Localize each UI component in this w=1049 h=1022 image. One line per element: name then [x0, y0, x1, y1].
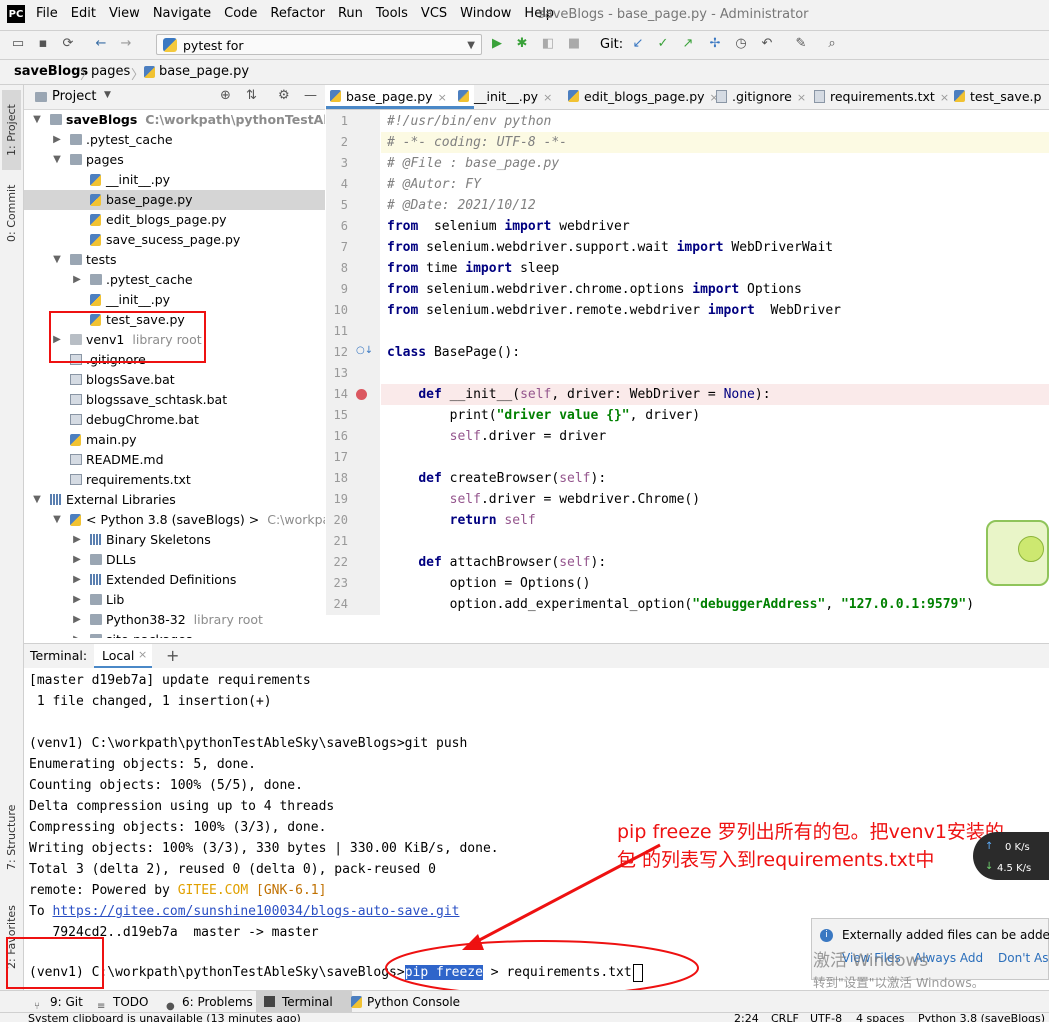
- tab-python-console[interactable]: Python Console: [351, 991, 477, 1013]
- tab-todo[interactable]: ≡ TODO: [97, 991, 169, 1013]
- tab-git-label: 9: Git: [50, 995, 83, 1009]
- network-down-value: 4.5 K/s: [997, 863, 1032, 874]
- annotation-overlay: [385, 843, 699, 996]
- tab-problems[interactable]: ● 6: Problems: [166, 991, 264, 1013]
- tab-problems-label: 6: Problems: [182, 995, 253, 1009]
- tab-terminal-label: Terminal: [282, 995, 333, 1009]
- terminal-icon: [264, 996, 275, 1007]
- activation-watermark-title: 激活 Windows: [813, 951, 929, 971]
- arrowhead-icon: [462, 934, 484, 950]
- network-monitor: ↑ 0 K/s ↓ 4.5 K/s: [973, 832, 1049, 880]
- python-console-icon: [351, 996, 362, 1008]
- list-icon: ≡: [97, 1001, 106, 1012]
- tab-todo-label: TODO: [113, 995, 149, 1009]
- info-icon: i: [820, 929, 833, 942]
- annotation-ellipse: [385, 940, 699, 996]
- dont-ask-link[interactable]: Don't Ask: [998, 951, 1049, 965]
- bottom-tool-tabs: ⑂ 9: Git ≡ TODO ● 6: Problems Terminal Pyth…: [0, 990, 1049, 1013]
- git-branch-icon: ⑂: [34, 1001, 40, 1012]
- activation-watermark-text: 转到"设置"以激活 Windows。: [813, 975, 985, 990]
- tab-git[interactable]: ⑂ 9: Git: [34, 991, 102, 1013]
- annotation-arrow: [469, 843, 661, 947]
- arrow-down-icon: ↓: [985, 861, 994, 872]
- tab-python-console-label: Python Console: [367, 995, 461, 1009]
- tab-terminal[interactable]: Terminal: [256, 991, 352, 1013]
- problems-icon: ●: [166, 1001, 175, 1012]
- arrow-up-icon: ↑: [985, 841, 994, 852]
- network-up-value: 0 K/s: [1005, 842, 1030, 853]
- notification-text: Externally added files can be added: [842, 928, 1049, 942]
